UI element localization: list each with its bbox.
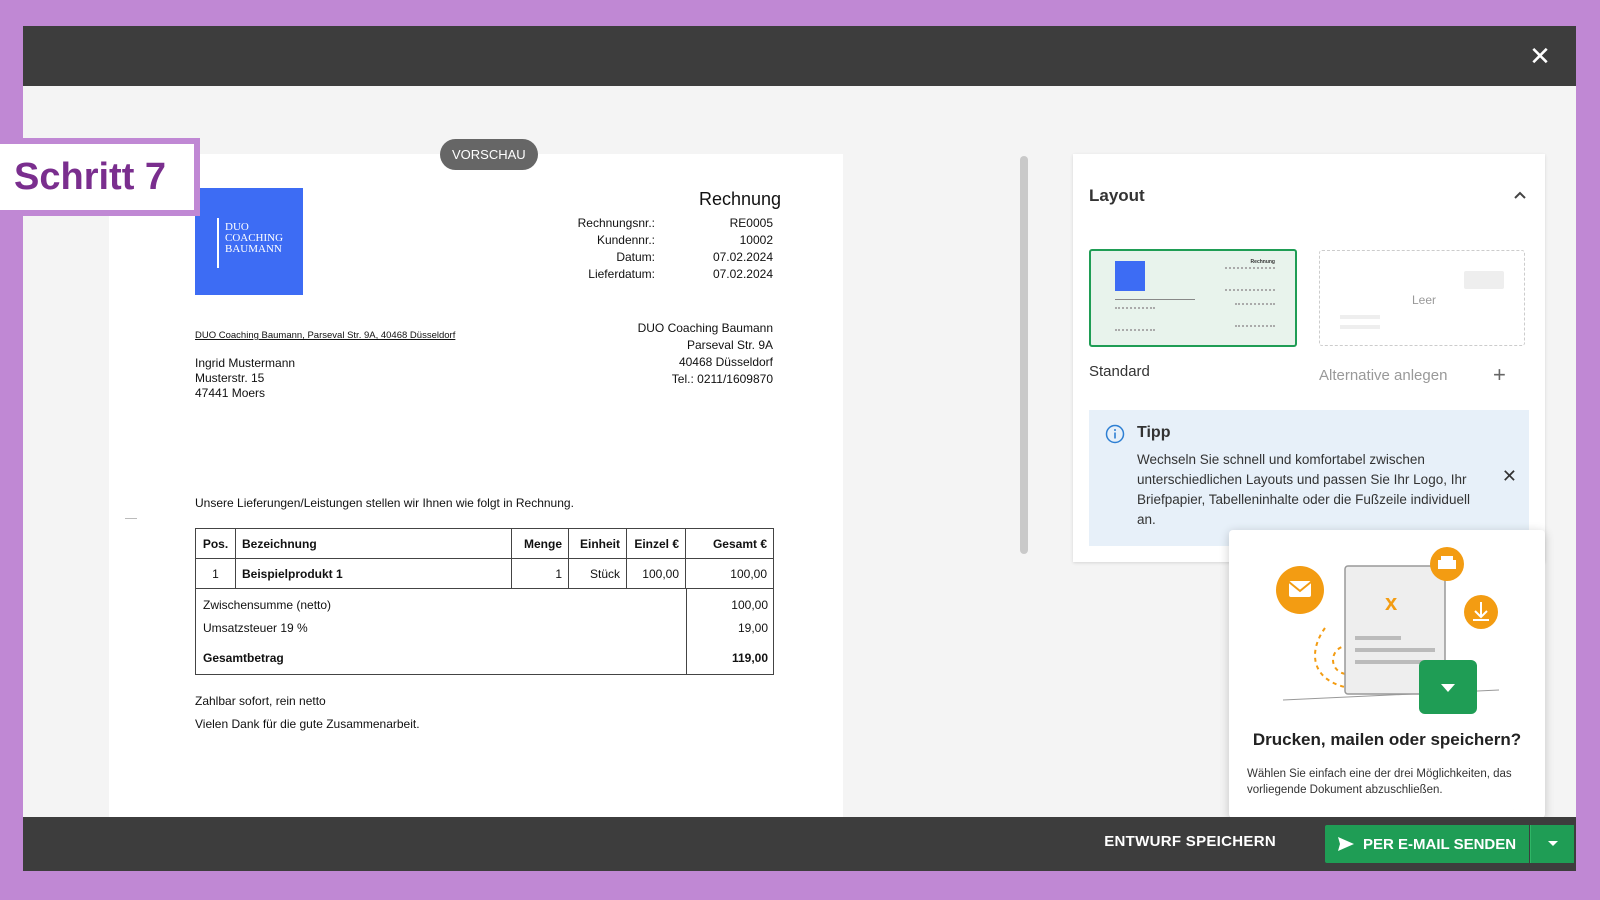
col-gesamt: Gesamt € — [685, 528, 774, 559]
meta-value: RE0005 — [729, 216, 773, 230]
col-menge: Menge — [511, 528, 569, 559]
recipient-line: Ingrid Mustermann — [195, 356, 296, 370]
col-bezeichnung: Bezeichnung — [235, 528, 512, 559]
footer-line: Vielen Dank für die gute Zusammenarbeit. — [195, 717, 420, 731]
invoice-title: Rechnung — [699, 189, 782, 209]
popover-text: Wählen Sie einfach eine der drei Möglich… — [1247, 768, 1512, 796]
send-options-dropdown[interactable] — [1530, 825, 1574, 863]
close-icon[interactable]: ✕ — [1502, 466, 1517, 487]
tip-title: Tipp — [1137, 424, 1171, 441]
cell-pos: 1 — [195, 558, 236, 589]
subtotal-row: Zwischensumme (netto) 100,00 — [203, 598, 768, 612]
layout-thumbnail-empty[interactable]: Leer — [1319, 250, 1525, 346]
layout-thumbnail-standard[interactable]: Rechnung — [1089, 249, 1297, 347]
total-value: 119,00 — [731, 651, 768, 665]
logo-line-3: BAUMANN — [225, 243, 282, 255]
subtotal-value: 100,00 — [731, 598, 768, 612]
sender-address-line: DUO Coaching Baumann, Parseval Str. 9A, … — [195, 330, 456, 341]
totals-block: Zwischensumme (netto) 100,00 Umsatzsteue… — [195, 588, 774, 675]
info-icon — [1105, 424, 1125, 444]
invoice-footer: Zahlbar sofort, rein netto Vielen Dank f… — [195, 690, 420, 736]
fold-mark — [125, 518, 137, 519]
thumb-title: Rechnung — [1250, 259, 1275, 265]
create-alternative-link[interactable]: Alternative anlegen — [1319, 367, 1447, 384]
recipient-line: Musterstr. 15 — [195, 371, 265, 385]
cell-menge: 1 — [511, 558, 569, 589]
cell-einzel: 100,00 — [626, 558, 686, 589]
company-line: DUO Coaching Baumann — [637, 321, 773, 335]
thumb-logo — [1115, 261, 1145, 291]
popover-title: Drucken, mailen oder speichern? — [1252, 730, 1522, 749]
close-icon[interactable]: ✕ — [1526, 42, 1554, 70]
layout-panel: Layout Rechnung Standard Leer Alternativ… — [1073, 154, 1545, 562]
company-address: DUO Coaching Baumann Parseval Str. 9A 40… — [638, 320, 773, 388]
modal-frame: ✕ DUO COACHING BAUMANN Rechnung Rechnung… — [23, 26, 1576, 871]
meta-key: Lieferdatum: — [588, 267, 655, 281]
tip-text: Wechseln Sie schnell und komfortabel zwi… — [1137, 452, 1470, 527]
cell-einheit: Stück — [568, 558, 627, 589]
save-draft-button[interactable]: ENTWURF SPEICHERN — [1104, 833, 1276, 850]
company-line: Tel.: 0211/1609870 — [671, 372, 773, 386]
layout-standard-label[interactable]: Standard — [1089, 363, 1150, 380]
cell-bezeichnung: Beispielprodukt 1 — [235, 558, 512, 589]
footer-line: Zahlbar sofort, rein netto — [195, 694, 326, 708]
bottom-bar: ENTWURF SPEICHERN PER E-MAIL SENDEN — [23, 817, 1576, 871]
tax-label: Umsatzsteuer 19 % — [203, 621, 308, 635]
step-label: Schritt 7 — [0, 138, 200, 216]
recipient-line: 47441 Moers — [195, 386, 266, 400]
meta-value: 10002 — [739, 233, 773, 247]
total-row: Gesamtbetrag 119,00 — [203, 651, 768, 665]
meta-key: Kundennr.: — [596, 233, 655, 247]
tax-value: 19,00 — [737, 621, 768, 635]
invoice-intro: Unsere Lieferungen/Leistungen stellen wi… — [195, 496, 574, 510]
send-email-button[interactable]: PER E-MAIL SENDEN — [1325, 825, 1529, 863]
company-line: 40468 Düsseldorf — [678, 355, 773, 369]
col-einzel: Einzel € — [626, 528, 686, 559]
meta-value: 07.02.2024 — [712, 250, 773, 264]
invoice-preview: DUO COACHING BAUMANN Rechnung Rechnungsn… — [109, 154, 843, 854]
empty-label: Leer — [1412, 293, 1437, 307]
invoice-meta: Rechnungsnr.: RE0005 Kundennr.: 10002 Datu… — [549, 216, 773, 284]
recipient-address: Ingrid Mustermann Musterstr. 15 47441 Mo… — [195, 356, 295, 401]
step-label-text: Schritt 7 — [0, 144, 194, 210]
preview-badge: VORSCHAU — [440, 139, 538, 170]
meta-value: 07.02.2024 — [712, 267, 773, 281]
send-icon — [1338, 837, 1354, 851]
svg-text:x: x — [1385, 590, 1398, 615]
print-mail-save-illustration: x — [1276, 547, 1500, 714]
plus-icon[interactable]: + — [1493, 362, 1506, 388]
total-label: Gesamtbetrag — [203, 651, 284, 665]
tip-box: Tipp Wechseln Sie schnell und komfortabe… — [1089, 410, 1529, 546]
invoice-table: Pos. Bezeichnung Menge Einheit Einzel € … — [195, 528, 774, 589]
company-logo: DUO COACHING BAUMANN — [195, 188, 303, 295]
company-line: Parseval Str. 9A — [686, 338, 773, 352]
send-email-label: PER E-MAIL SENDEN — [1363, 835, 1517, 853]
subtotal-label: Zwischensumme (netto) — [203, 598, 332, 612]
action-popover: x Drucken, mailen oder speichern? Wählen… — [1229, 530, 1545, 830]
panel-title: Layout — [1089, 186, 1145, 205]
chevron-up-icon[interactable] — [1513, 188, 1527, 202]
cell-gesamt: 100,00 — [685, 558, 774, 589]
tax-row: Umsatzsteuer 19 % 19,00 — [203, 621, 768, 635]
scrollbar[interactable] — [1020, 156, 1028, 554]
col-pos: Pos. — [195, 528, 236, 559]
caret-down-icon — [1547, 841, 1558, 846]
table-header: Pos. Bezeichnung Menge Einheit Einzel € … — [195, 528, 774, 559]
meta-key: Rechnungsnr.: — [577, 216, 655, 230]
top-bar: ✕ — [23, 26, 1576, 86]
meta-key: Datum: — [616, 250, 655, 264]
col-einheit: Einheit — [568, 528, 627, 559]
table-row: 1 Beispielprodukt 1 1 Stück 100,00 100,0… — [195, 558, 774, 589]
